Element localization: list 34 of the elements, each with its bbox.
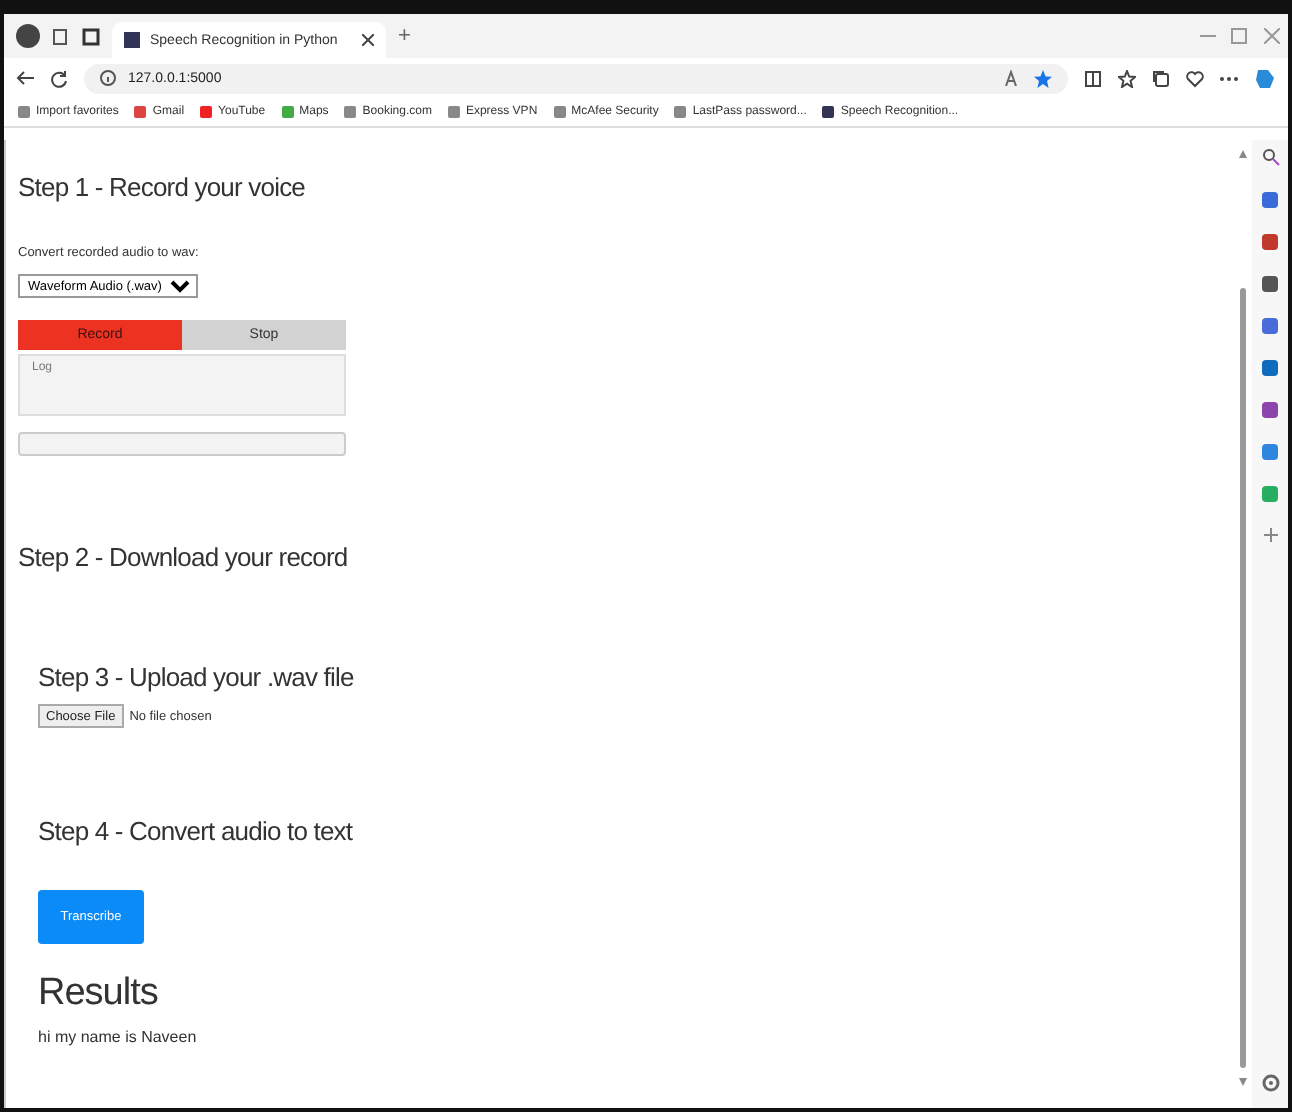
page-favicon-icon <box>124 32 140 48</box>
close-icon[interactable] <box>362 34 374 46</box>
back-icon[interactable] <box>16 70 34 86</box>
bookmark-icon <box>279 104 296 120</box>
read-aloud-icon[interactable] <box>1004 70 1022 86</box>
info-icon <box>100 70 116 86</box>
add-icon[interactable] <box>1263 528 1277 542</box>
bookmark-icon <box>820 104 837 120</box>
more-icon[interactable] <box>1220 75 1238 81</box>
step-heading: Step 1 - Record your voice <box>18 172 308 202</box>
scrollbar[interactable] <box>1238 148 1248 1088</box>
bookmark-icon <box>132 104 149 120</box>
step-heading: Step 3 - Upload your .wav file <box>38 662 356 692</box>
favorites-icon[interactable] <box>1118 69 1136 87</box>
new-tab-button[interactable]: + <box>398 24 411 48</box>
bookmark-icon <box>551 104 568 120</box>
split-screen-icon[interactable] <box>1084 69 1102 87</box>
collections-icon[interactable] <box>1152 69 1170 87</box>
maximize-icon[interactable] <box>1228 28 1252 44</box>
results-heading: Results <box>38 972 160 1016</box>
bookmark-icon <box>198 104 215 120</box>
refresh-icon[interactable] <box>50 69 68 87</box>
bookmark-icon <box>672 104 689 120</box>
search-icon[interactable] <box>1261 148 1279 166</box>
heart-icon[interactable] <box>1186 69 1204 87</box>
result-text: hi my name is Naveen <box>38 1028 199 1046</box>
bookmark-icon <box>445 104 462 120</box>
star-icon[interactable] <box>1034 69 1052 87</box>
step-heading: Step 4 - Convert audio to text <box>38 816 355 846</box>
step-heading: Step 2 - Download your record <box>18 542 350 572</box>
settings-icon[interactable] <box>1261 1074 1279 1092</box>
bookmark-icon <box>342 104 359 120</box>
profile-avatar-icon[interactable] <box>16 24 40 48</box>
bookmark-icon <box>16 104 32 120</box>
